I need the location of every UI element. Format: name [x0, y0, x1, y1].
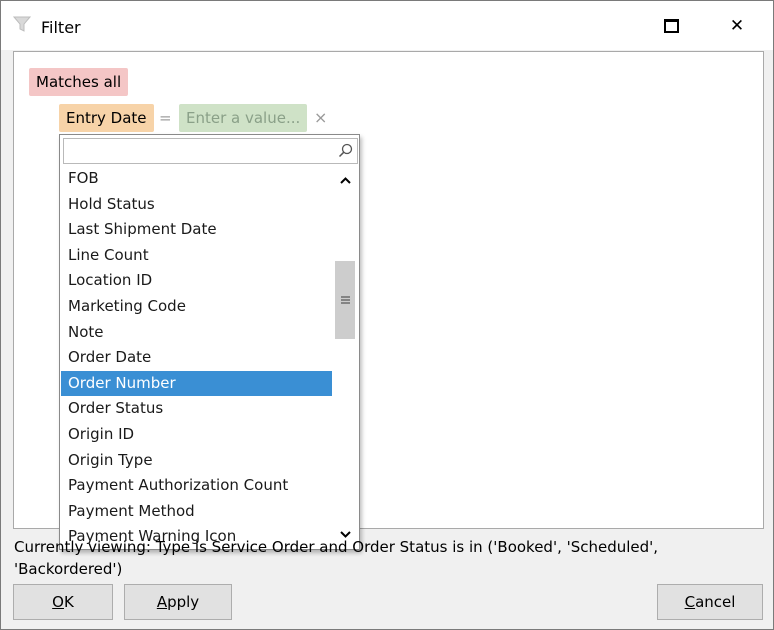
grip-icon: [340, 296, 350, 304]
scrollbar-thumb[interactable]: [335, 261, 355, 339]
operator-chip[interactable]: =: [159, 104, 172, 132]
dropdown-item[interactable]: Last Shipment Date: [61, 217, 332, 243]
maximize-icon: [663, 18, 679, 33]
ok-mnemonic: O: [52, 593, 64, 611]
group-operator-chip[interactable]: Matches all: [29, 68, 129, 96]
dropdown-item[interactable]: Order Status: [61, 396, 332, 422]
dropdown-item[interactable]: Line Count: [61, 243, 332, 269]
field-list: FOB Hold Status Last Shipment Date Line Cou…: [61, 166, 332, 548]
dropdown-item[interactable]: Hold Status: [61, 192, 332, 218]
dropdown-item[interactable]: Order Number: [61, 370, 332, 397]
ok-label: K: [63, 593, 74, 611]
window-title: Filter: [41, 18, 81, 37]
apply-mnemonic: A: [156, 593, 168, 611]
dropdown-item[interactable]: Note: [61, 320, 332, 346]
filter-description: Currently viewing: Type is Service Order…: [14, 538, 659, 578]
close-icon: ✕: [729, 15, 745, 36]
close-button[interactable]: ✕: [707, 1, 767, 50]
dropdown-item[interactable]: Marketing Code: [61, 294, 332, 320]
field-search-input[interactable]: [63, 138, 358, 164]
value-input[interactable]: Enter a value...: [179, 104, 308, 132]
dropdown-item[interactable]: Payment Method: [61, 499, 332, 525]
apply-button[interactable]: Apply: [124, 584, 232, 620]
search-icon: [338, 143, 353, 158]
cancel-label: ancel: [695, 593, 736, 611]
remove-condition-icon[interactable]: ×: [314, 104, 327, 132]
dropdown-item[interactable]: Origin ID: [61, 422, 332, 448]
dropdown-item[interactable]: Order Date: [61, 345, 332, 371]
ok-button[interactable]: OK: [13, 584, 113, 620]
field-dropdown: FOB Hold Status Last Shipment Date Line Cou…: [59, 134, 360, 550]
scroll-up-arrow-icon[interactable]: [332, 170, 358, 190]
field-chip[interactable]: Entry Date: [59, 104, 154, 132]
apply-label: pply: [167, 593, 200, 611]
maximize-button[interactable]: [641, 1, 701, 50]
dropdown-item[interactable]: Location ID: [61, 268, 332, 294]
dropdown-item[interactable]: Origin Type: [61, 448, 332, 474]
cancel-button[interactable]: Cancel: [657, 584, 763, 620]
funnel-icon: [13, 16, 31, 32]
title-bar[interactable]: Filter ✕: [1, 1, 773, 50]
dropdown-item[interactable]: Payment Authorization Count: [61, 473, 332, 499]
dropdown-item[interactable]: FOB: [61, 166, 332, 192]
cancel-mnemonic: C: [684, 593, 696, 611]
filter-dialog: Filter ✕ Matches all Entry Date = Enter …: [0, 0, 774, 630]
dropdown-scrollbar[interactable]: [332, 166, 358, 548]
